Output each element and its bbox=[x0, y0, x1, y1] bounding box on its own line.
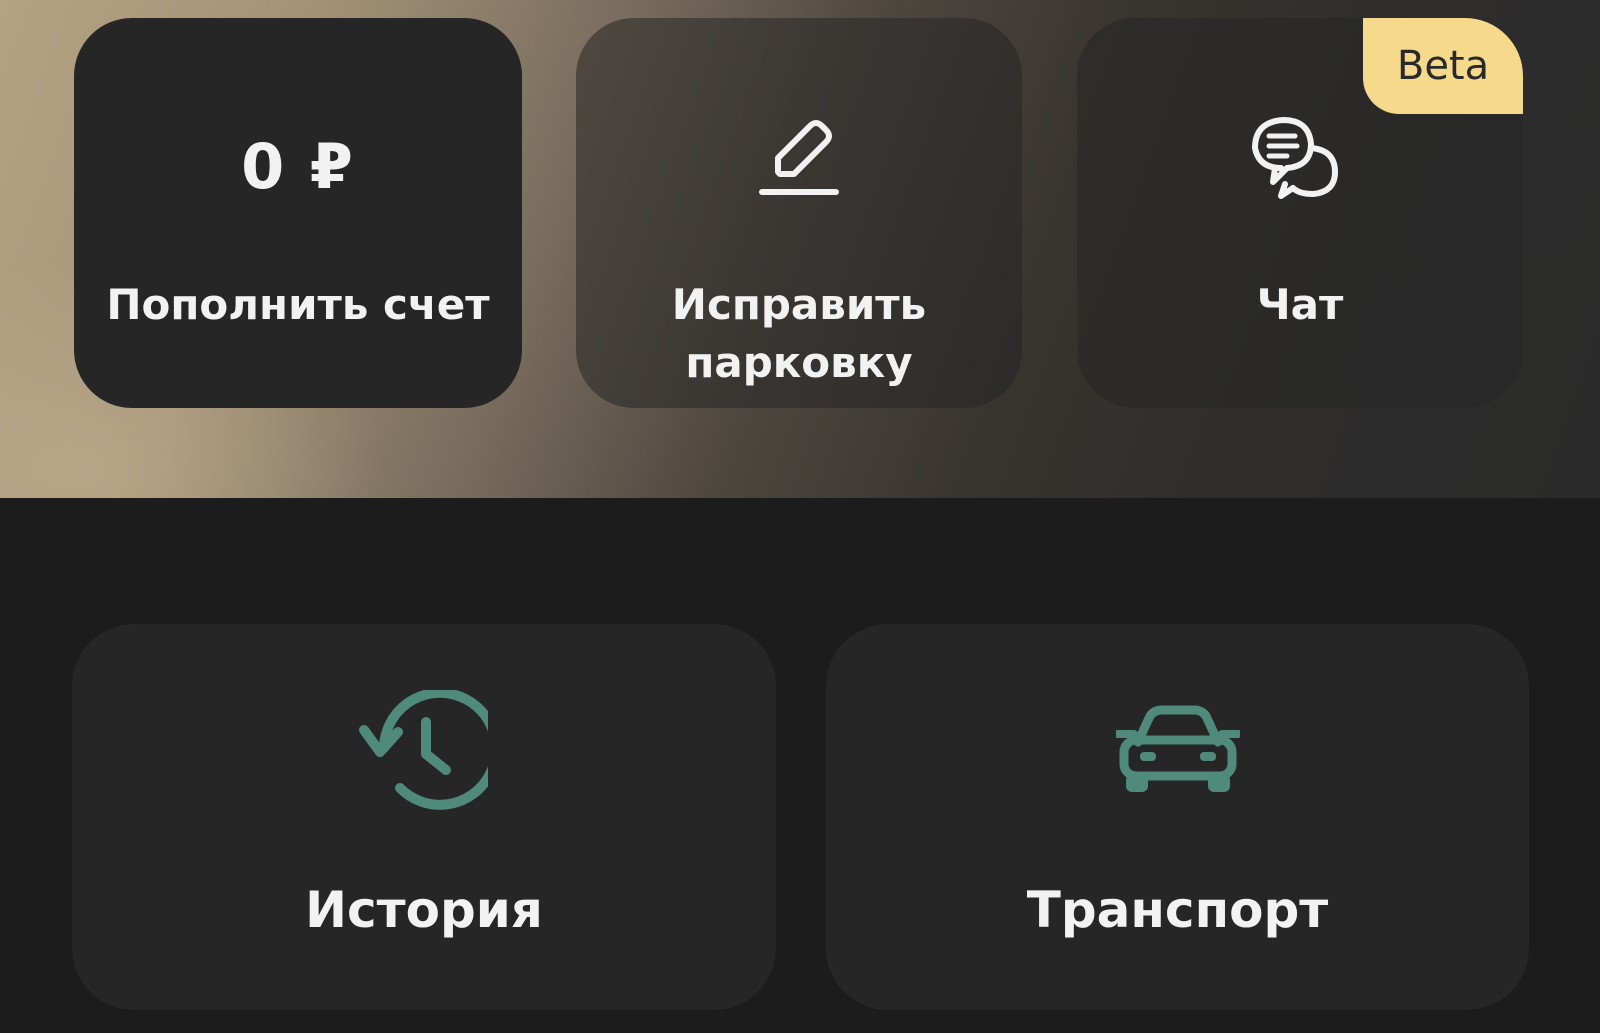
fix-parking-label: Исправить парковку bbox=[576, 276, 1022, 392]
chat-label: Чат bbox=[1256, 280, 1344, 329]
app-screen: 0 ₽ Пополнить счет Исправить парковку Be… bbox=[0, 0, 1600, 1033]
edit-pencil-icon bbox=[756, 110, 842, 196]
fix-parking-label-line1: Исправить bbox=[671, 280, 927, 329]
history-label: История bbox=[305, 881, 543, 939]
balance-amount: 0 ₽ bbox=[241, 130, 355, 203]
transport-tile[interactable]: Транспорт bbox=[826, 624, 1529, 1010]
transport-label: Транспорт bbox=[1026, 881, 1329, 939]
top-up-balance-tile[interactable]: 0 ₽ Пополнить счет bbox=[74, 18, 522, 408]
chat-bubbles-icon bbox=[1247, 108, 1343, 204]
fix-parking-label-line2: парковку bbox=[685, 338, 913, 387]
chat-tile[interactable]: Beta Чат bbox=[1077, 18, 1523, 408]
history-tile[interactable]: История bbox=[72, 624, 776, 1010]
history-clock-icon bbox=[358, 690, 488, 810]
fix-parking-tile[interactable]: Исправить парковку bbox=[576, 18, 1022, 408]
top-up-label: Пополнить счет bbox=[106, 280, 490, 329]
beta-badge: Beta bbox=[1363, 18, 1523, 114]
car-icon bbox=[1116, 704, 1240, 796]
